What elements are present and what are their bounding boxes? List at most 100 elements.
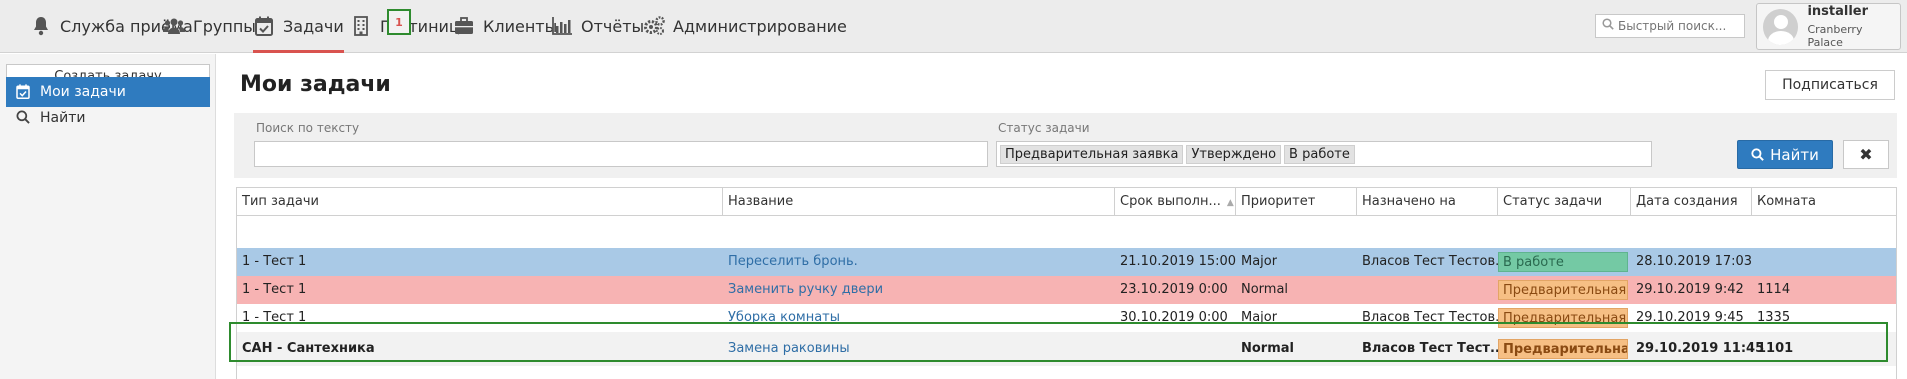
table-row[interactable]: 1 - Тест 1 Переселить бронь. 21.10.2019 … xyxy=(237,248,1896,276)
tasks-table: Тип задачи Название Срок выполн... ▲ Прио… xyxy=(236,187,1897,379)
table-row[interactable]: САН - Сантехника Замена раковины Normal … xyxy=(237,332,1896,366)
task-link[interactable]: Замена раковины xyxy=(728,341,850,356)
status-chip[interactable]: В работе xyxy=(1284,144,1355,164)
building-icon xyxy=(350,16,372,36)
column-header-created[interactable]: Дата создания xyxy=(1631,188,1752,215)
find-button[interactable]: Найти xyxy=(1737,140,1833,169)
cell-priority: Normal xyxy=(1241,282,1289,297)
clear-filters-button[interactable]: ✖ xyxy=(1843,140,1889,169)
bar-chart-icon xyxy=(551,16,573,36)
search-icon xyxy=(16,110,32,126)
cell-status: Предварительная з xyxy=(1498,276,1628,304)
users-icon xyxy=(163,16,185,36)
search-icon xyxy=(1751,148,1764,161)
cell-room: 1101 xyxy=(1757,341,1794,356)
cell-priority: Major xyxy=(1241,310,1278,325)
sidebar-item-find[interactable]: Найти xyxy=(6,103,210,133)
top-navigation: Служба приёма Группы Задачи Гостиница Кл… xyxy=(0,0,1907,53)
cell-type: 1 - Тест 1 xyxy=(242,310,307,325)
cell-assigned: Власов Тест Тест... xyxy=(1362,341,1505,356)
sidebar: Создать задачу Мои задачи Найти xyxy=(0,54,216,379)
cell-priority: Normal xyxy=(1241,341,1294,356)
task-link[interactable]: Заменить ручку двери xyxy=(728,282,883,297)
nav-label: Администрирование xyxy=(673,16,847,36)
column-header-due[interactable]: Срок выполн... ▲ xyxy=(1115,188,1236,215)
page-title: Мои задачи xyxy=(240,72,391,97)
column-header-room[interactable]: Комната xyxy=(1752,188,1896,215)
status-filter-label: Статус задачи xyxy=(998,121,1090,135)
table-row[interactable]: 1 - Тест 1 Уборка комнаты 30.10.2019 0:0… xyxy=(237,304,1896,332)
quick-search-input[interactable] xyxy=(1618,19,1743,33)
sidebar-item-label: Мои задачи xyxy=(40,84,126,100)
status-badge: В работе xyxy=(1498,252,1628,272)
cell-assigned: Власов Тест Тестов... xyxy=(1362,254,1508,269)
cell-name: Уборка комнаты xyxy=(723,304,840,332)
cell-due: 23.10.2019 0:00 xyxy=(1120,282,1228,297)
column-header-status[interactable]: Статус задачи xyxy=(1498,188,1631,215)
calendar-check-icon xyxy=(253,16,275,36)
status-chip[interactable]: Предварительная заявка xyxy=(1000,144,1184,164)
gears-icon xyxy=(643,16,665,36)
cell-room: 1114 xyxy=(1757,282,1791,297)
nav-label: Отчёты xyxy=(581,16,645,36)
cell-room xyxy=(1752,248,1757,276)
cell-created: 29.10.2019 9:42 xyxy=(1636,282,1744,297)
cell-type: САН - Сантехника xyxy=(242,341,375,356)
table-header: Тип задачи Название Срок выполн... ▲ Прио… xyxy=(237,188,1896,216)
cell-priority: Major xyxy=(1241,254,1278,269)
sort-ascending-icon: ▲ xyxy=(1226,198,1234,208)
bell-icon xyxy=(30,16,52,36)
status-badge: Предварительная з xyxy=(1498,280,1628,300)
cell-name: Заменить ручку двери xyxy=(723,276,883,304)
text-search-label: Поиск по тексту xyxy=(256,121,360,135)
nav-label: Задачи xyxy=(283,16,344,36)
table-row[interactable]: 1 - Тест 1 Заменить ручку двери 23.10.20… xyxy=(237,276,1896,304)
cell-created: 28.10.2019 17:03 xyxy=(1636,254,1753,269)
nav-administration[interactable]: Администрирование xyxy=(643,0,847,52)
column-header-due-label: Срок выполн... xyxy=(1120,194,1221,209)
user-menu[interactable]: installer Cranberry Palace xyxy=(1756,3,1901,50)
cell-name: Переселить бронь. xyxy=(723,248,858,276)
subscribe-button[interactable]: Подписаться xyxy=(1765,70,1895,100)
column-header-assigned[interactable]: Назначено на xyxy=(1357,188,1498,215)
find-button-label: Найти xyxy=(1770,145,1819,164)
user-hotel: Cranberry Palace xyxy=(1807,23,1863,49)
nav-label: Группы xyxy=(193,16,256,36)
nav-label: Клиенты xyxy=(483,16,558,36)
column-header-name[interactable]: Название xyxy=(723,188,1115,215)
cell-created: 29.10.2019 11:45 xyxy=(1636,341,1765,356)
cell-created: 29.10.2019 9:45 xyxy=(1636,310,1744,325)
nav-tasks[interactable]: Задачи xyxy=(253,0,344,53)
calendar-check-icon xyxy=(16,84,32,100)
filter-panel: Поиск по тексту Статус задачи Предварите… xyxy=(234,113,1897,178)
status-badge: Предварительная з xyxy=(1498,308,1628,328)
cell-assigned xyxy=(1357,276,1362,304)
cell-type: 1 - Тест 1 xyxy=(242,282,307,297)
cell-due: 30.10.2019 0:00 xyxy=(1120,310,1228,325)
status-chip[interactable]: Утверждено xyxy=(1186,144,1282,164)
user-name: installer xyxy=(1807,4,1869,19)
cell-room: 1335 xyxy=(1757,310,1791,325)
column-header-type[interactable]: Тип задачи xyxy=(237,188,723,215)
text-search-input[interactable] xyxy=(254,141,988,167)
nav-clients[interactable]: Клиенты xyxy=(453,0,557,52)
search-icon xyxy=(1602,18,1614,34)
cell-name: Замена раковины xyxy=(723,332,850,366)
status-filter-input[interactable]: Предварительная заявка Утверждено В рабо… xyxy=(996,141,1652,167)
nav-reports[interactable]: Отчёты xyxy=(551,0,644,52)
cell-status: В работе xyxy=(1498,248,1628,276)
cell-assigned: Власов Тест Тестов... xyxy=(1362,310,1508,325)
nav-groups[interactable]: Группы xyxy=(163,0,256,52)
task-link[interactable]: Уборка комнаты xyxy=(728,310,840,325)
avatar xyxy=(1763,8,1799,45)
cell-type: 1 - Тест 1 xyxy=(242,254,307,269)
sidebar-item-label: Найти xyxy=(40,110,86,126)
status-badge: Предварительная з xyxy=(1498,339,1628,359)
cell-status: Предварительная з xyxy=(1498,332,1628,366)
cell-status: Предварительная з xyxy=(1498,304,1628,332)
quick-search[interactable] xyxy=(1595,14,1745,38)
column-header-priority[interactable]: Приоритет xyxy=(1236,188,1357,215)
task-link[interactable]: Переселить бронь. xyxy=(728,254,858,269)
tasks-notification-badge[interactable]: 1 xyxy=(387,9,411,35)
cell-due: 21.10.2019 15:00 xyxy=(1120,254,1237,269)
